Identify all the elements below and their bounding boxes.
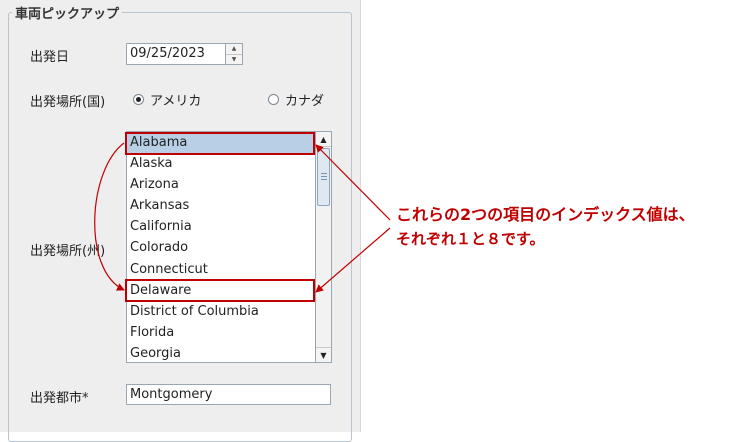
annotation-text: これらの2つの項目のインデックス値は、 それぞれ１と８です。 (396, 203, 695, 251)
arrow-to-alabama (315, 144, 391, 221)
arrow-to-delaware (315, 227, 391, 293)
curved-arrow (94, 142, 125, 291)
annotation-line1: これらの2つの項目のインデックス値は、 (396, 205, 695, 224)
annotation-line2: それぞれ１と８です。 (396, 230, 545, 248)
